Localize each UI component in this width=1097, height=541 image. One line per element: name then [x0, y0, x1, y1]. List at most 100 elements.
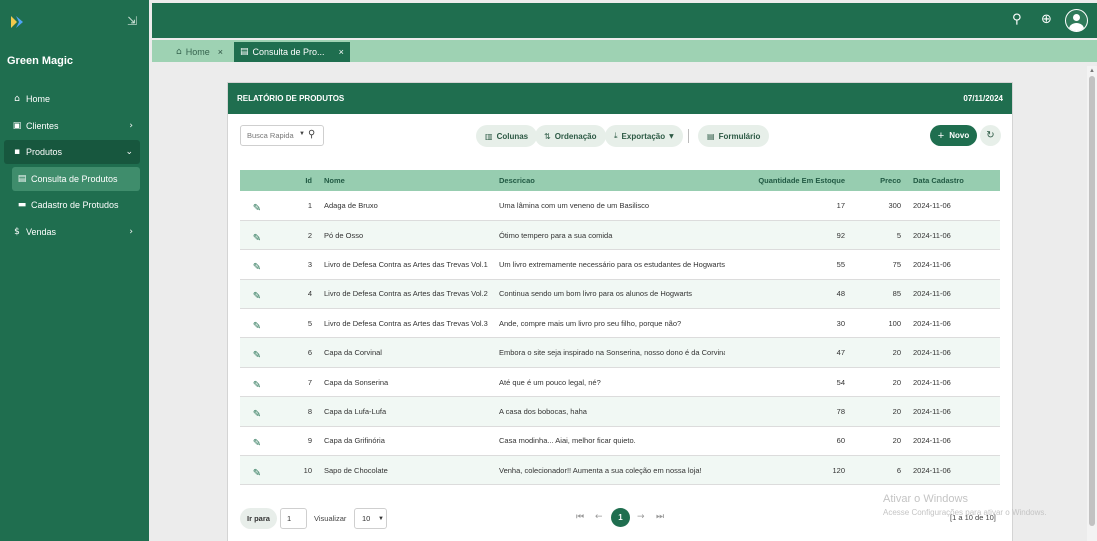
next-page-icon[interactable]: → [637, 512, 645, 522]
previous-page-icon[interactable]: ← [595, 512, 603, 522]
table-row[interactable]: ✎ 5 Livro de Defesa Contra as Artes das Tr… [240, 309, 1000, 338]
tab-home[interactable]: ⌂ Home × [170, 42, 229, 62]
columns-button[interactable]: ▥ Colunas [476, 125, 538, 147]
column-header-nome[interactable]: Nome [318, 170, 493, 191]
page-size-value: 10 [362, 514, 371, 523]
table-row[interactable]: ✎ 1 Adaga de Bruxo Uma lâmina com um veneno… [240, 191, 1000, 221]
export-button[interactable]: ⤓ Exportação ▼ [605, 125, 683, 147]
column-header-quantidade[interactable]: Quantidade Em Estoque [725, 170, 851, 191]
column-header-preco[interactable]: Preco [851, 170, 907, 191]
cell-data-cadastro: 2024-11-06 [913, 406, 951, 416]
avatar[interactable] [1065, 9, 1088, 32]
cell-id: 2 [307, 230, 312, 240]
edit-icon[interactable]: ✎ [240, 397, 274, 426]
close-icon[interactable]: × [339, 47, 344, 57]
table-row[interactable]: ✎ 3 Livro de Defesa Contra as Artes das Tr… [240, 250, 1000, 280]
cell-data-cadastro: 2024-11-06 [913, 318, 951, 328]
table-row[interactable]: ✎ 2 Pó de Osso Ótimo tempero para a sua com… [240, 220, 1000, 250]
refresh-button[interactable]: ↻ [980, 125, 1001, 146]
sidebar-item-home[interactable]: ⌂ Home [4, 87, 140, 111]
edit-icon[interactable]: ✎ [240, 338, 274, 367]
table-row[interactable]: ✎ 8 Capa da Lufa-Lufa A casa dos bobocas, h… [240, 396, 1000, 427]
cell-nome: Capa da Sonserina [324, 377, 389, 387]
collapse-sidebar-icon[interactable]: ⇲ [127, 14, 137, 28]
new-button[interactable]: + Novo [930, 125, 977, 146]
side-nav: ⌂ Home ▣ Clientes › ▪ Produtos ⌄ ▤ Consu… [4, 87, 140, 246]
cell-data-cadastro: 2024-11-06 [913, 230, 951, 240]
edit-icon[interactable]: ✎ [240, 191, 274, 220]
cell-descricao: Ótimo tempero para a sua comida [499, 230, 613, 240]
last-page-icon[interactable]: ⏭ [656, 512, 664, 522]
current-page-button[interactable]: 1 [611, 508, 630, 527]
toolbar-divider [688, 129, 689, 143]
vertical-scrollbar[interactable]: ▲ [1087, 66, 1097, 541]
table-row[interactable]: ✎ 6 Capa da Corvinal Embora o site seja ins… [240, 337, 1000, 368]
edit-icon[interactable]: ✎ [240, 279, 274, 308]
form-button[interactable]: ▤ Formulário [698, 125, 770, 147]
cell-data-cadastro: 2024-11-06 [913, 289, 951, 299]
column-header-id[interactable]: Id [274, 170, 318, 191]
quick-search-input[interactable]: Busca Rapida ▼ ⚲ [240, 125, 324, 146]
report-title: RELATÓRIO DE PRODUTOS [237, 94, 345, 103]
cell-descricao: Ande, compre mais um livro pro seu filho… [499, 318, 682, 328]
cell-quantidade: 92 [836, 230, 845, 240]
sidebar-item-label: Home [26, 94, 51, 104]
top-bar: ⚲ ⊕ [152, 3, 1097, 38]
cell-nome: Pó de Osso [324, 230, 364, 240]
sidebar-item-cadastro-produtos[interactable]: ▬ Cadastro de Protudos [4, 193, 140, 217]
search-icon[interactable]: ⚲ [1012, 12, 1022, 27]
edit-icon[interactable]: ✎ [240, 250, 274, 279]
edit-icon[interactable]: ✎ [240, 367, 274, 396]
column-header-descricao[interactable]: Descricao [493, 170, 725, 191]
scroll-up-icon[interactable]: ▲ [1089, 68, 1095, 74]
search-icon[interactable]: ⚲ [308, 129, 315, 140]
chevron-right-icon: › [129, 120, 133, 131]
edit-icon[interactable]: ✎ [240, 309, 274, 338]
column-header-data-cadastro[interactable]: Data Cadastro [907, 170, 1000, 191]
cell-id: 9 [307, 436, 312, 446]
tab-consulta-produtos[interactable]: ▤ Consulta de Pro... × [234, 42, 350, 62]
chevron-down-icon: ⌄ [125, 147, 133, 157]
edit-icon[interactable]: ✎ [240, 220, 274, 249]
cell-preco: 20 [892, 406, 901, 416]
caret-down-icon: ▼ [378, 516, 384, 522]
cell-quantidade: 78 [836, 406, 845, 416]
sort-button[interactable]: ⇅ Ordenação [535, 125, 606, 147]
first-page-icon[interactable]: ⏮ [576, 512, 584, 522]
cell-preco: 75 [892, 259, 901, 269]
home-icon: ⌂ [176, 47, 182, 57]
cell-descricao: Casa modinha... Aiai, melhor ficar quiet… [499, 436, 636, 446]
go-to-page-button[interactable]: Ir para [240, 508, 277, 529]
sidebar-item-produtos[interactable]: ▪ Produtos ⌄ [4, 140, 140, 164]
cell-id: 4 [307, 289, 312, 299]
cell-data-cadastro: 2024-11-06 [913, 436, 951, 446]
table-row[interactable]: ✎ 9 Capa da Grifinória Casa modinha... Aiai… [240, 426, 1000, 456]
scrollbar-thumb[interactable] [1089, 76, 1095, 526]
cell-data-cadastro: 2024-11-06 [913, 200, 951, 210]
caret-down-icon[interactable]: ▼ [299, 131, 305, 137]
close-icon[interactable]: × [218, 47, 223, 57]
app-logo-icon[interactable] [8, 13, 26, 31]
tab-label: Home [185, 47, 210, 57]
page-number-input[interactable]: 1 [280, 508, 307, 529]
table-row[interactable]: ✎ 4 Livro de Defesa Contra as Artes das Tr… [240, 279, 1000, 309]
cell-nome: Livro de Defesa Contra as Artes das Trev… [324, 259, 488, 269]
sidebar-item-consulta-produtos[interactable]: ▤ Consulta de Produtos [12, 166, 140, 191]
sidebar-item-vendas[interactable]: $ Vendas › [4, 220, 140, 244]
cell-id: 10 [303, 465, 312, 475]
globe-icon[interactable]: ⊕ [1041, 12, 1052, 27]
box-icon: ▪ [13, 147, 21, 157]
book-icon: ▤ [17, 173, 27, 184]
report-header: RELATÓRIO DE PRODUTOS 07/11/2024 [228, 83, 1012, 114]
edit-icon[interactable]: ✎ [240, 456, 274, 485]
sidebar-item-clientes[interactable]: ▣ Clientes › [4, 114, 140, 138]
table-row[interactable]: ✎ 10 Sapo de Chocolate Venha, colecionador!… [240, 455, 1000, 485]
cell-quantidade: 55 [836, 259, 845, 269]
edit-icon[interactable]: ✎ [240, 426, 274, 455]
home-icon: ⌂ [14, 94, 20, 104]
page-size-select[interactable]: 10 ▼ [354, 508, 387, 529]
cell-descricao: Uma lâmina com um veneno de um Basilisco [499, 200, 650, 210]
cell-preco: 5 [896, 230, 901, 240]
table-row[interactable]: ✎ 7 Capa da Sonserina Até que é um pouco le… [240, 367, 1000, 397]
column-header-edit [240, 170, 274, 191]
